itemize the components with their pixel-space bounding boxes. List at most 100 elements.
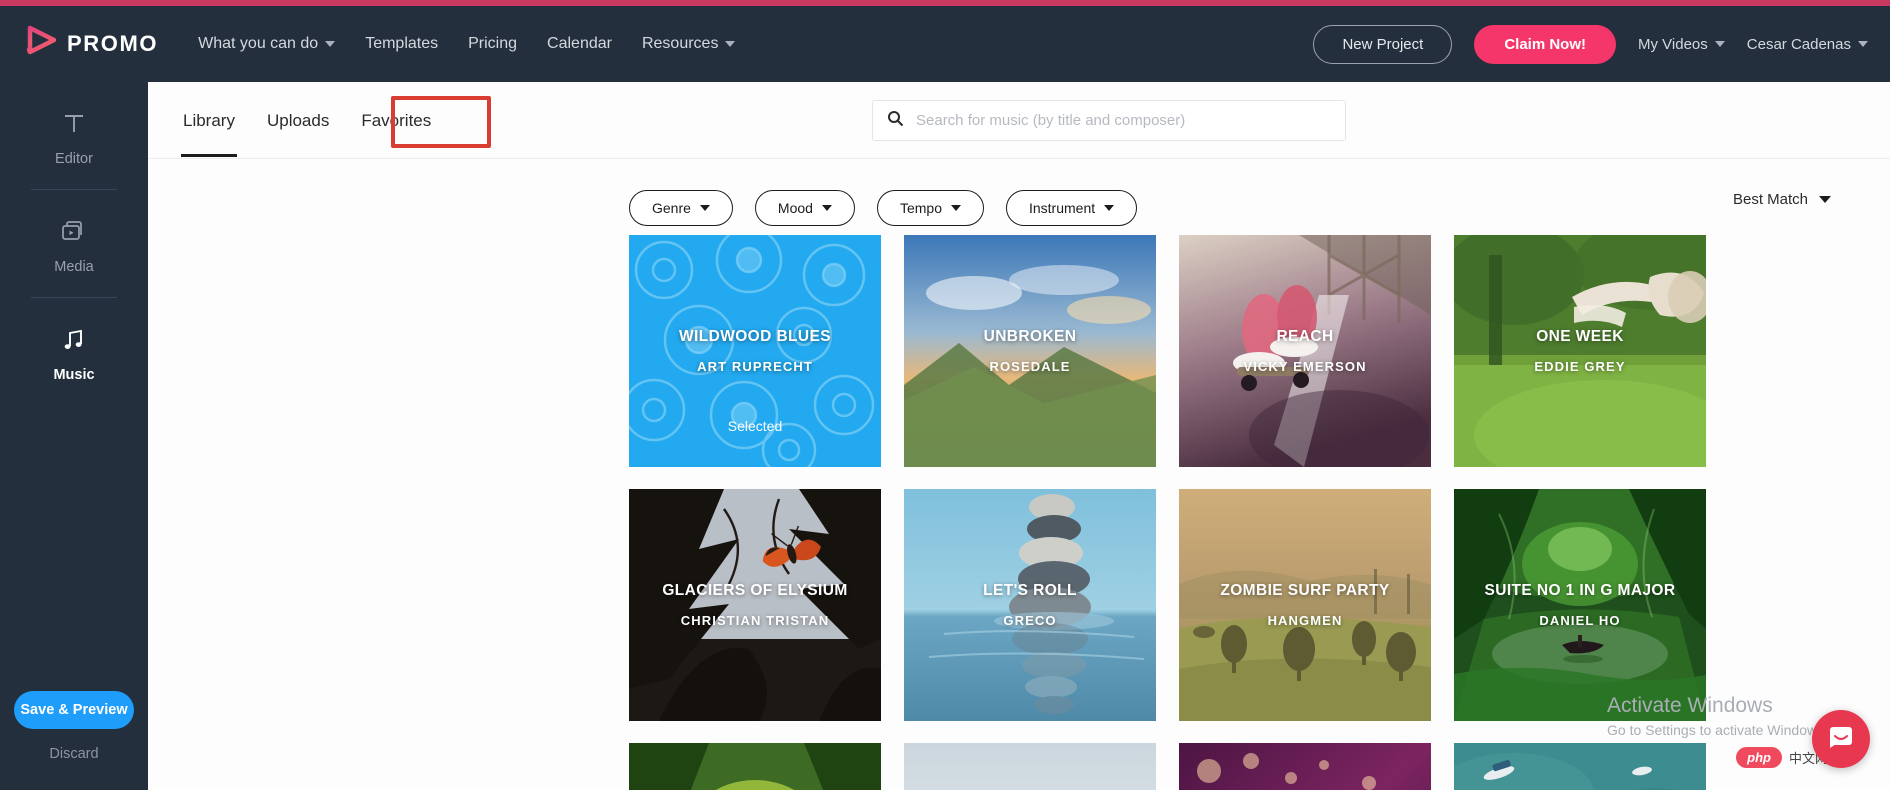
- nav-item-what-you-can-do[interactable]: What you can do: [198, 35, 336, 53]
- track-title: ONE WEEK: [1536, 328, 1624, 345]
- filter-bar: Genre Mood Tempo Instrument Best Match: [148, 159, 1890, 229]
- track-artist: DANIEL HO: [1539, 613, 1621, 628]
- filter-instrument[interactable]: Instrument: [1005, 190, 1138, 226]
- filter-label: Genre: [652, 200, 691, 216]
- intercom-chat-icon: [1827, 723, 1855, 756]
- track-artist: ROSEDALE: [989, 359, 1071, 374]
- my-videos-label: My Videos: [1638, 35, 1708, 53]
- windows-activation-watermark: Activate Windows Go to Settings to activ…: [1607, 694, 1828, 738]
- tab-uploads[interactable]: Uploads: [265, 105, 331, 137]
- track-thumbnail: [904, 743, 1156, 790]
- track-card[interactable]: UNBROKEN ROSEDALE: [904, 235, 1156, 467]
- music-note-icon: [61, 324, 88, 356]
- track-card[interactable]: [1179, 743, 1431, 790]
- track-title: GLACIERS OF ELYSIUM: [662, 582, 848, 599]
- track-title: SUITE NO 1 IN G MAJOR: [1484, 582, 1676, 599]
- nav-item-templates[interactable]: Templates: [365, 35, 438, 53]
- my-videos-menu[interactable]: My Videos: [1638, 36, 1725, 53]
- activate-windows-subtitle: Go to Settings to activate Windows.: [1607, 722, 1828, 738]
- track-title: ZOMBIE SURF PARTY: [1220, 582, 1390, 599]
- discard-button[interactable]: Discard: [49, 746, 98, 762]
- brand-logo[interactable]: PROMO: [24, 25, 158, 63]
- sort-dropdown[interactable]: Best Match: [1733, 191, 1831, 208]
- track-card[interactable]: REACH VICKY EMERSON: [1179, 235, 1431, 467]
- track-card[interactable]: WILDWOOD BLUES ART RUPRECHT Selected: [629, 235, 881, 467]
- chevron-down-icon: [325, 41, 336, 47]
- track-card[interactable]: ONE WEEK EDDIE GREY: [1454, 235, 1706, 467]
- save-and-preview-button[interactable]: Save & Preview: [14, 691, 134, 729]
- media-folder-icon: [60, 216, 88, 248]
- php-badge: php: [1736, 747, 1782, 768]
- sidebar-item-music[interactable]: Music: [0, 298, 148, 405]
- music-card-grid: WILDWOOD BLUES ART RUPRECHT Selected UNB…: [629, 235, 1709, 790]
- track-text: REACH VICKY EMERSON: [1179, 328, 1431, 374]
- filter-label: Mood: [777, 200, 813, 216]
- nav-item-pricing[interactable]: Pricing: [468, 35, 517, 53]
- search-icon: [887, 110, 904, 132]
- filter-genre[interactable]: Genre: [629, 190, 733, 226]
- track-card[interactable]: [1454, 743, 1706, 790]
- chevron-down-icon: [1858, 41, 1868, 47]
- filter-mood[interactable]: Mood: [754, 190, 855, 226]
- sidebar-item-editor[interactable]: Editor: [0, 82, 148, 189]
- main-content: Library Uploads Favorites Genre Mood: [148, 82, 1890, 790]
- sidebar-label: Music: [53, 367, 95, 383]
- nav-item-calendar[interactable]: Calendar: [547, 35, 612, 53]
- brand-name: PROMO: [67, 31, 159, 56]
- sidebar-label: Media: [54, 259, 94, 275]
- sidebar-item-media[interactable]: Media: [0, 190, 148, 297]
- track-text: UNBROKEN ROSEDALE: [904, 328, 1156, 374]
- track-artist: CHRISTIAN TRISTAN: [680, 613, 830, 628]
- track-card[interactable]: [629, 743, 881, 790]
- tab-bar: Library Uploads Favorites: [148, 82, 1890, 159]
- track-card[interactable]: LET'S ROLL GRECO: [904, 489, 1156, 721]
- track-selected-label: Selected: [727, 418, 783, 434]
- promo-music-library-page: PROMO What you can do Templates Pricing …: [0, 0, 1890, 790]
- track-card[interactable]: GLACIERS OF ELYSIUM CHRISTIAN TRISTAN: [629, 489, 881, 721]
- main-nav: What you can do Templates Pricing Calend…: [198, 35, 736, 53]
- nav-label: Resources: [641, 35, 719, 52]
- sidebar-label: Editor: [55, 151, 93, 167]
- search-bar[interactable]: [872, 100, 1346, 141]
- user-menu[interactable]: Cesar Cadenas: [1747, 36, 1868, 53]
- filter-tempo[interactable]: Tempo: [876, 190, 984, 226]
- tab-library[interactable]: Library: [181, 105, 237, 157]
- chevron-down-icon: [1104, 205, 1115, 211]
- track-text: WILDWOOD BLUES ART RUPRECHT: [629, 328, 881, 374]
- track-text: SUITE NO 1 IN G MAJOR DANIEL HO: [1454, 582, 1706, 628]
- track-card[interactable]: [904, 743, 1156, 790]
- search-input[interactable]: [916, 112, 1331, 129]
- promo-play-logo-icon: [24, 25, 58, 63]
- track-artist: ART RUPRECHT: [697, 359, 813, 374]
- track-title: REACH: [1276, 328, 1334, 345]
- track-artist: GRECO: [1003, 613, 1057, 628]
- track-card[interactable]: ZOMBIE SURF PARTY HANGMEN: [1179, 489, 1431, 721]
- chevron-down-icon: [725, 41, 736, 47]
- claim-now-button[interactable]: Claim Now!: [1474, 24, 1616, 64]
- filter-label: Tempo: [899, 200, 942, 216]
- chevron-down-icon: [1819, 196, 1831, 203]
- track-text: GLACIERS OF ELYSIUM CHRISTIAN TRISTAN: [629, 582, 881, 628]
- intercom-chat-button[interactable]: [1812, 710, 1870, 768]
- chevron-down-icon: [821, 205, 832, 211]
- track-text: ONE WEEK EDDIE GREY: [1454, 328, 1706, 374]
- nav-label: Pricing: [468, 35, 518, 52]
- sidebar-footer: Save & Preview Discard: [0, 691, 148, 790]
- new-project-button[interactable]: New Project: [1313, 24, 1453, 64]
- track-thumbnail: [1454, 743, 1706, 790]
- nav-item-resources[interactable]: Resources: [641, 35, 736, 53]
- tab-favorites[interactable]: Favorites: [359, 105, 433, 137]
- track-artist: EDDIE GREY: [1534, 359, 1626, 374]
- track-thumbnail: [629, 743, 881, 790]
- nav-label: Calendar: [547, 35, 612, 52]
- activate-windows-title: Activate Windows: [1607, 694, 1773, 717]
- track-artist: VICKY EMERSON: [1243, 359, 1367, 374]
- nav-label: What you can do: [198, 35, 319, 52]
- left-sidebar: Editor Media Music Save & Preview Discar…: [0, 82, 148, 790]
- top-header: PROMO What you can do Templates Pricing …: [0, 6, 1890, 82]
- track-thumbnail: [1179, 743, 1431, 790]
- track-title: LET'S ROLL: [983, 582, 1077, 599]
- track-artist: HANGMEN: [1267, 613, 1343, 628]
- user-name-label: Cesar Cadenas: [1746, 35, 1851, 53]
- track-card[interactable]: SUITE NO 1 IN G MAJOR DANIEL HO: [1454, 489, 1706, 721]
